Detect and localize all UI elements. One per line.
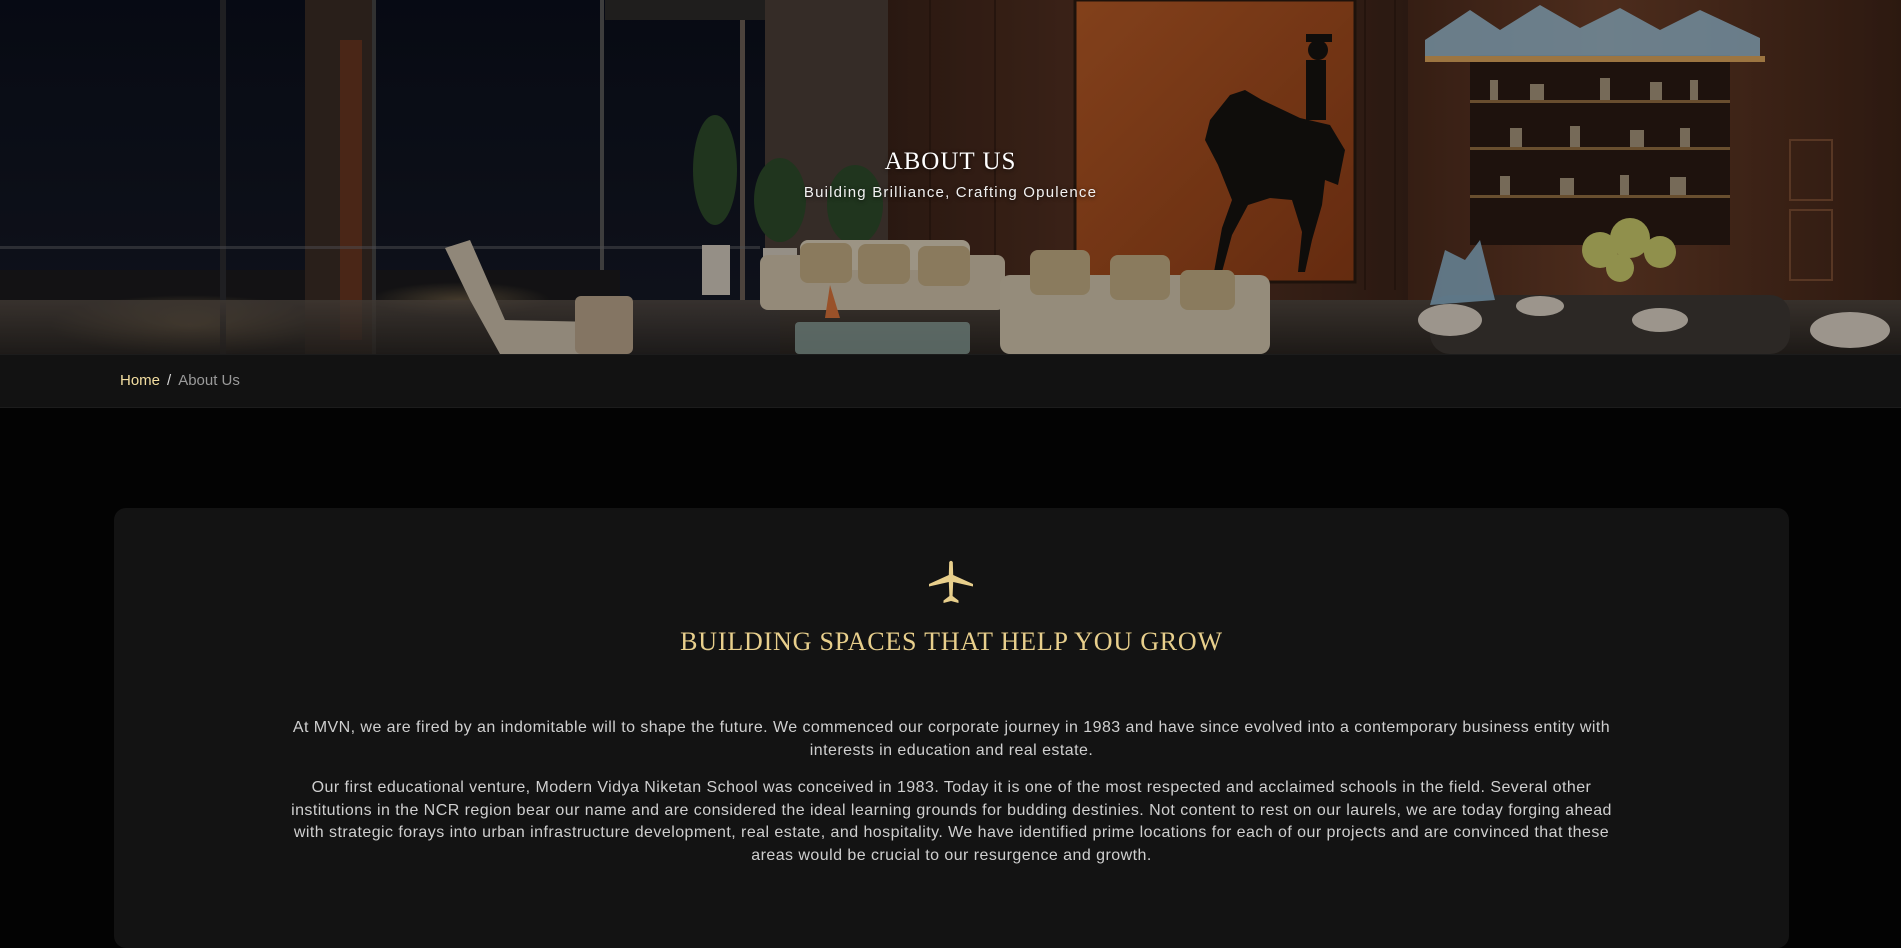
airplane-icon [929, 560, 973, 603]
breadcrumb-home-link[interactable]: Home [120, 372, 160, 389]
hero-banner: ABOUT US Building Brilliance, Crafting O… [0, 0, 1901, 354]
breadcrumb-current: About Us [178, 372, 240, 389]
about-card: BUILDING SPACES THAT HELP YOU GROW At MV… [114, 508, 1789, 948]
breadcrumb-bar: Home / About Us [0, 354, 1901, 408]
hero-dim-overlay [0, 0, 1901, 354]
breadcrumb: Home / About Us [120, 372, 240, 389]
page-title: ABOUT US [884, 148, 1017, 175]
page-subtitle: Building Brilliance, Crafting Opulence [803, 184, 1098, 201]
about-paragraph: At MVN, we are fired by an indomitable w… [292, 719, 1611, 759]
section-heading: BUILDING SPACES THAT HELP YOU GROW [680, 627, 1223, 656]
breadcrumb-separator: / [167, 372, 172, 389]
about-paragraph: Our first educational venture, Modern Vi… [291, 779, 1612, 864]
